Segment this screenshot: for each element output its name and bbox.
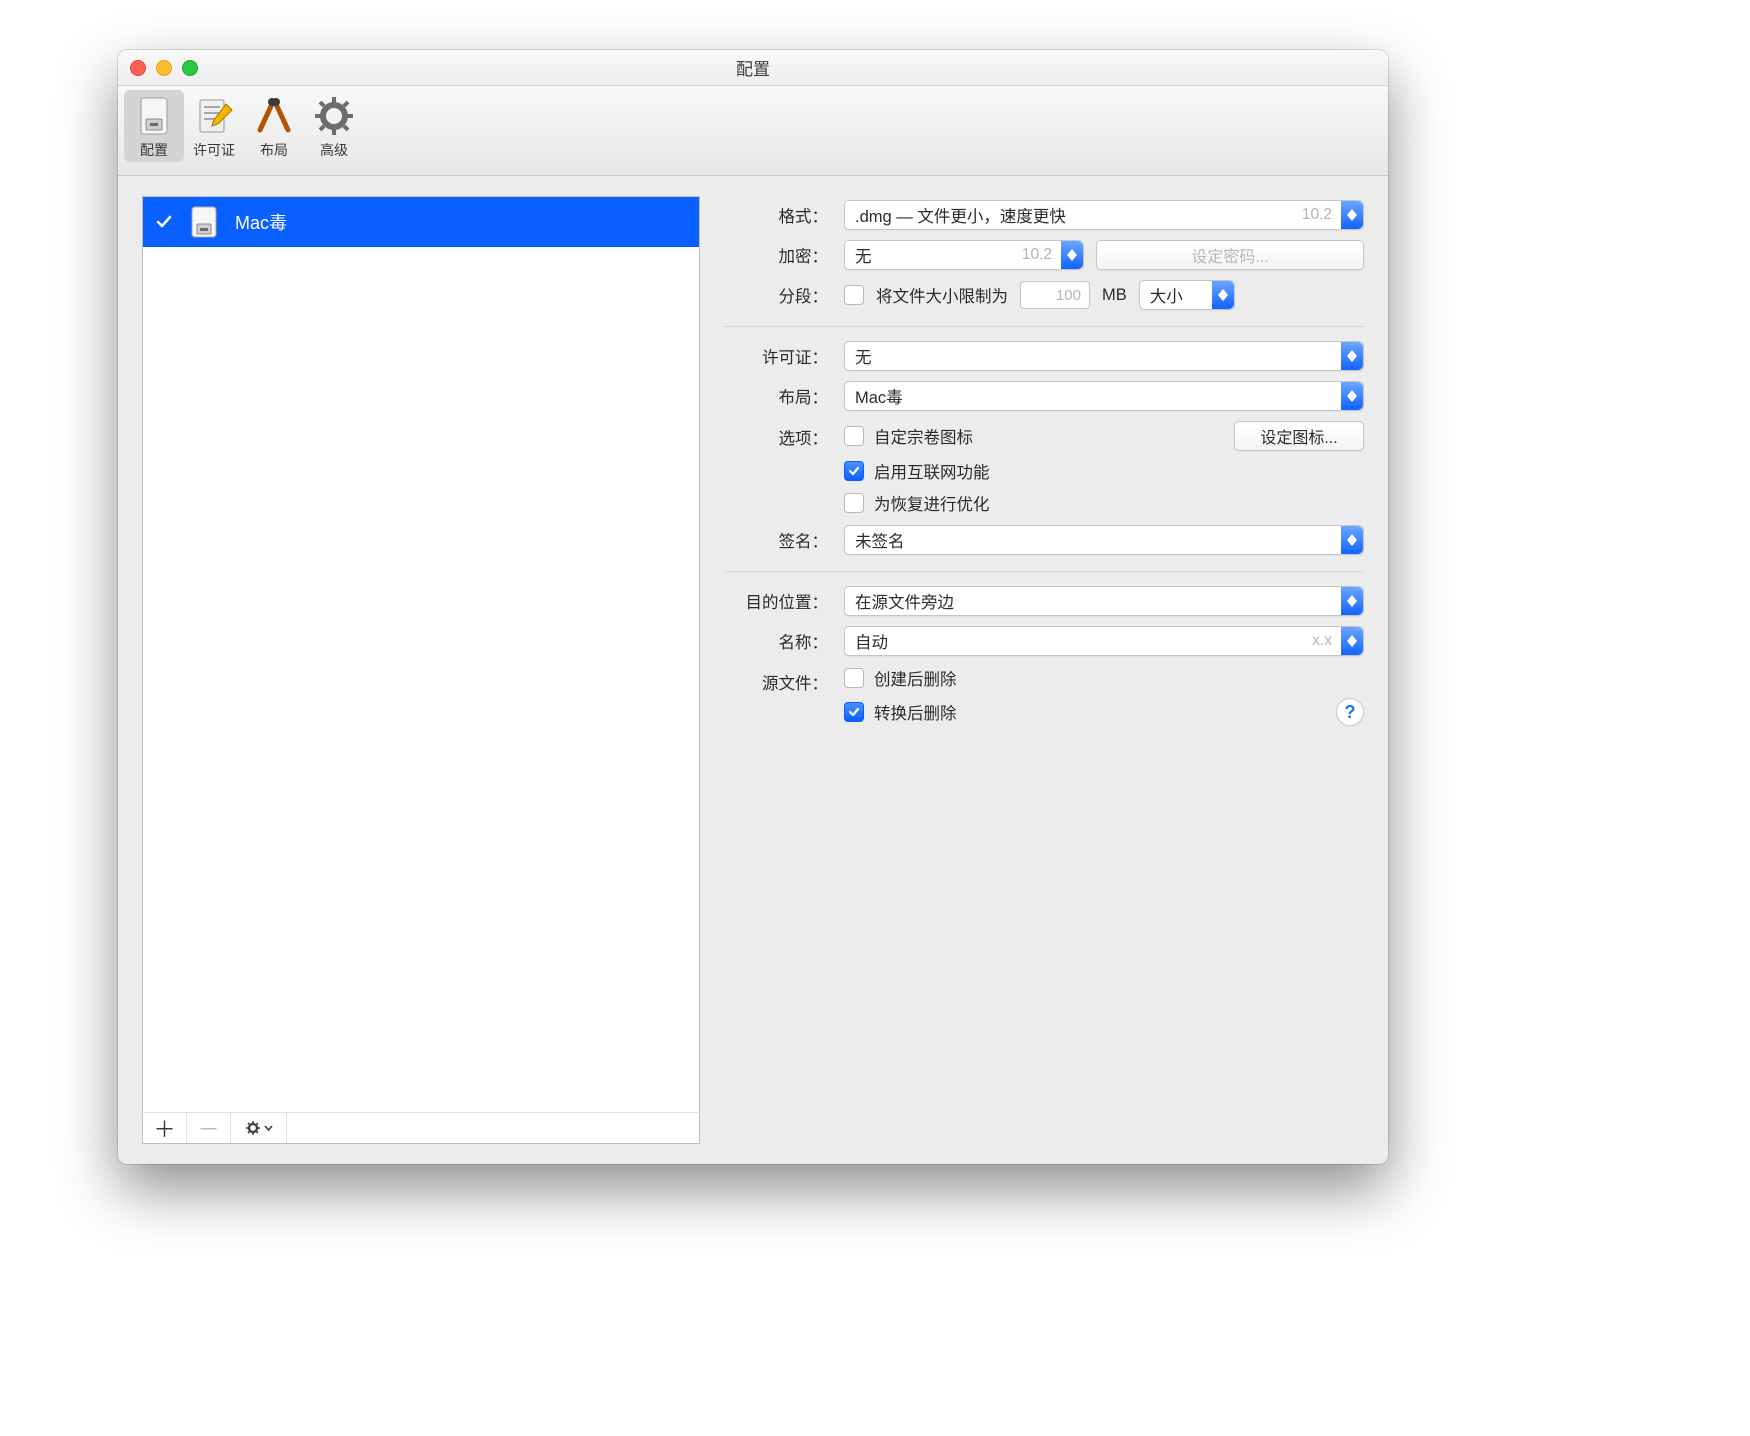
stepper-icon [1061,241,1083,269]
list-footer: ＋ － [142,1112,700,1144]
settings-form: 格式： .dmg — 文件更小，速度更快 10.2 加密： 无 10.2 设定密… [724,196,1364,1144]
popup-value: 自动 [855,629,1312,653]
set-icon-button[interactable]: 设定图标... [1234,421,1364,451]
format-popup[interactable]: .dmg — 文件更小，速度更快 10.2 [844,200,1364,230]
checkmark-icon [155,213,173,231]
configurations-list[interactable]: Mac毒 [142,196,700,1112]
popup-value: 在源文件旁边 [855,589,1338,613]
content-area: Mac毒 ＋ － 格式： . [118,176,1388,1164]
stepper-icon [1212,281,1234,309]
internet-enabled-checkbox[interactable] [844,461,864,481]
delete-after-create-checkbox[interactable] [844,668,864,688]
tab-label: 高级 [320,140,348,160]
section-output: 格式： .dmg — 文件更小，速度更快 10.2 加密： 无 10.2 设定密… [724,196,1364,310]
label-destination: 目的位置： [724,589,832,613]
stepper-icon [1341,526,1363,554]
popup-value: 无 [855,344,1338,368]
set-password-button[interactable]: 设定密码... [1096,240,1364,270]
sign-popup[interactable]: 未签名 [844,525,1364,555]
label-format: 格式： [724,203,832,227]
label-sign: 签名： [724,528,832,552]
window-title: 配置 [118,55,1388,80]
help-button[interactable]: ? [1336,698,1364,726]
layout-popup[interactable]: Mac毒 [844,381,1364,411]
stepper-icon [1341,627,1363,655]
segment-checkbox[interactable] [844,285,864,305]
segment-unit: MB [1102,286,1127,305]
list-item-label: Mac毒 [235,209,287,235]
checkbox-label: 创建后删除 [874,666,957,690]
plus-icon: ＋ [153,1112,175,1144]
name-popup[interactable]: 自动 x.x [844,626,1364,656]
custom-volume-icon-checkbox[interactable] [844,426,864,446]
stepper-icon [1341,201,1363,229]
label-encrypt: 加密： [724,243,832,267]
titlebar: 配置 [118,50,1388,86]
stepper-icon [1341,382,1363,410]
configurations-panel: Mac毒 ＋ － [142,196,700,1144]
label-source: 源文件： [724,666,832,694]
brushes-icon [252,94,296,138]
preferences-window: 配置 配置 许可证 布局 高级 [118,50,1388,1164]
gear-icon [245,1120,273,1136]
label-name: 名称： [724,629,832,653]
popup-extra: 10.2 [1022,246,1052,264]
gear-icon [312,94,356,138]
label-layout: 布局： [724,384,832,408]
segment-label: 将文件大小限制为 [876,283,1008,307]
tab-layout[interactable]: 布局 [244,90,304,162]
popup-extra: 10.2 [1302,206,1332,224]
optimize-restore-checkbox[interactable] [844,493,864,513]
add-button[interactable]: ＋ [143,1113,187,1143]
toolbar: 配置 许可证 布局 高级 [118,86,1388,176]
tab-advanced[interactable]: 高级 [304,90,364,162]
section-destination: 目的位置： 在源文件旁边 名称： 自动 x.x 源文件： [724,571,1364,726]
remove-button[interactable]: － [187,1113,231,1143]
minus-icon: － [197,1112,219,1144]
segment-size-popup[interactable]: 大小 [1139,280,1235,310]
encrypt-popup[interactable]: 无 10.2 [844,240,1084,270]
tab-config[interactable]: 配置 [124,90,184,162]
stepper-icon [1341,587,1363,615]
popup-value: 无 [855,243,1022,267]
label-segment: 分段： [724,283,832,307]
tab-label: 布局 [260,140,288,160]
disk-icon [187,205,221,239]
destination-popup[interactable]: 在源文件旁边 [844,586,1364,616]
list-item[interactable]: Mac毒 [143,197,699,247]
delete-after-convert-checkbox[interactable] [844,702,864,722]
popup-value: 大小 [1150,283,1209,307]
popup-extra: x.x [1312,632,1332,650]
tab-license[interactable]: 许可证 [184,90,244,162]
license-popup[interactable]: 无 [844,341,1364,371]
checkbox-label: 为恢复进行优化 [874,491,990,515]
segment-size-field[interactable]: 100 [1020,281,1090,309]
popup-value: 未签名 [855,528,1338,552]
checkbox-label: 转换后删除 [874,700,957,724]
section-content: 许可证： 无 布局： Mac毒 选项： [724,326,1364,555]
tab-label: 许可证 [193,140,235,160]
label-license: 许可证： [724,344,832,368]
tab-label: 配置 [140,140,168,160]
document-pencil-icon [192,94,236,138]
checkbox-label: 启用互联网功能 [874,459,990,483]
action-menu-button[interactable] [231,1113,287,1143]
checkbox-label: 自定宗卷图标 [874,424,973,448]
label-options: 选项： [724,421,832,449]
stepper-icon [1341,342,1363,370]
chevron-down-icon [264,1125,273,1131]
question-icon: ? [1345,702,1356,723]
disk-icon [132,94,176,138]
popup-value: .dmg — 文件更小，速度更快 [855,203,1302,227]
popup-value: Mac毒 [855,384,1338,408]
